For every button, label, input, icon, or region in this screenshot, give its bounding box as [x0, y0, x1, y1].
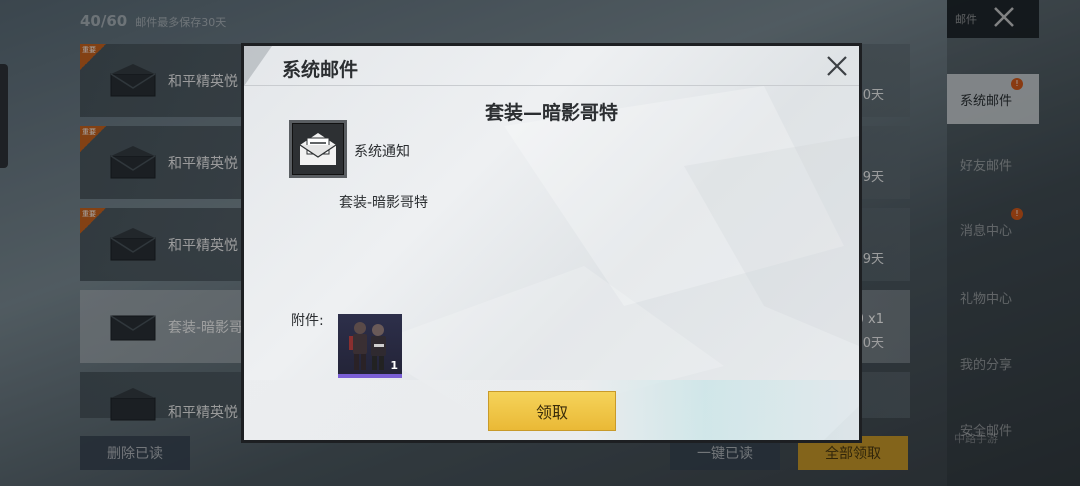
attachment-quantity: 1 — [390, 359, 398, 372]
attachment-item[interactable]: 1 — [338, 314, 402, 378]
attachment-label: 附件: — [291, 313, 324, 329]
sender-name: 系统通知 — [354, 144, 410, 160]
claim-button[interactable]: 领取 — [488, 391, 616, 431]
dialog-title: 系统邮件 — [282, 59, 359, 81]
mail-detail-panel: 系统邮件 套装—暗影哥特 系统通知 套装-暗影哥特 附件: 1 领取 — [244, 46, 859, 440]
open-mail-icon — [299, 133, 337, 165]
mail-body-text: 套装-暗影哥特 — [339, 195, 429, 211]
mail-detail-dialog: 系统邮件 套装—暗影哥特 系统通知 套装-暗影哥特 附件: 1 领取 — [241, 43, 862, 443]
close-icon[interactable] — [825, 54, 849, 78]
dialog-header: 系统邮件 — [244, 46, 859, 86]
sender-avatar — [289, 120, 347, 178]
